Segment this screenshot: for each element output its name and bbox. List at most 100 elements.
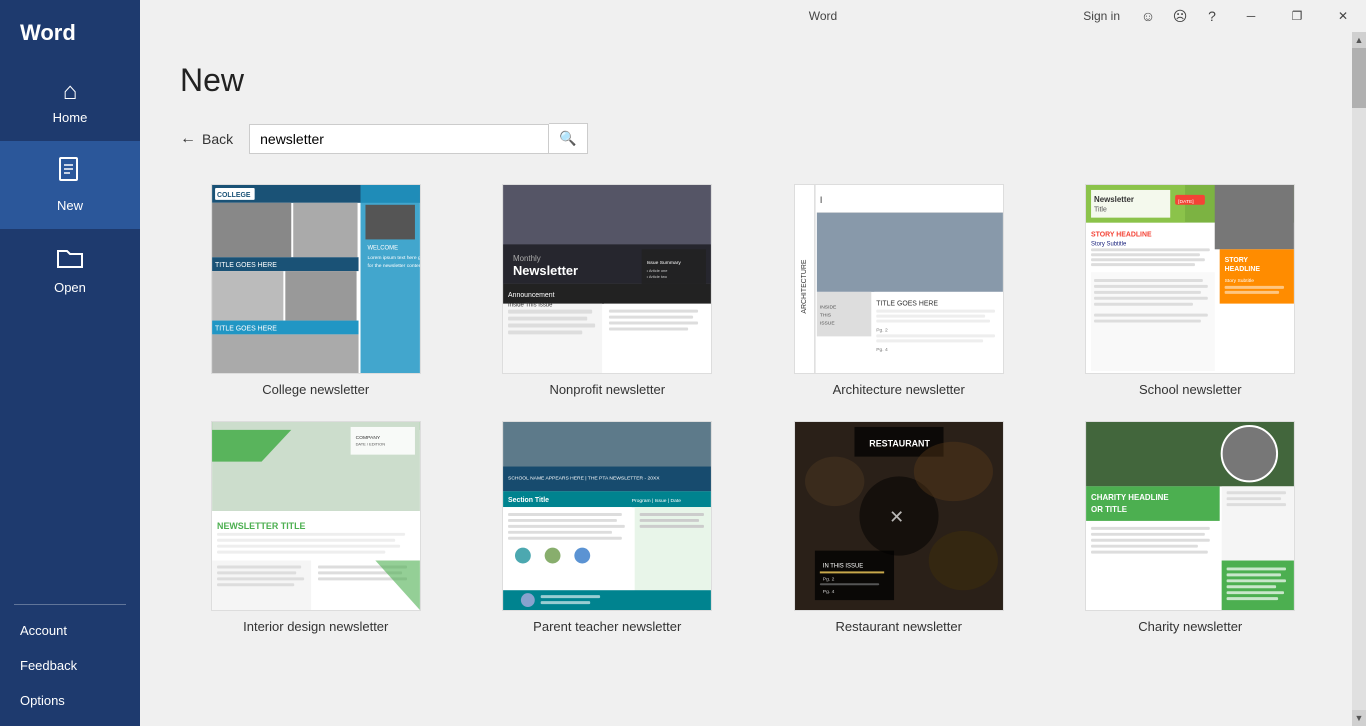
template-item-interior[interactable]: COMPANY DATE / EDITION NEWSLETTER TITLE bbox=[180, 421, 452, 634]
template-item-parent-teacher[interactable]: SCHOOL NAME APPEARS HERE | THE PTA NEWSL… bbox=[472, 421, 744, 634]
svg-text:for the newsletter content: for the newsletter content bbox=[367, 263, 420, 269]
scroll-up-button[interactable]: ▲ bbox=[1352, 32, 1366, 48]
svg-text:COLLEGE: COLLEGE bbox=[217, 192, 251, 199]
svg-text:Monthly: Monthly bbox=[513, 254, 541, 263]
template-item-school[interactable]: Newsletter Title [DATE] STORY HEADLINE S… bbox=[1055, 184, 1327, 397]
svg-text:Issue Summary: Issue Summary bbox=[647, 260, 682, 266]
sidebar-item-home-label: Home bbox=[53, 110, 88, 125]
back-arrow-icon: ← bbox=[180, 130, 196, 148]
scrollbar[interactable]: ▲ ▼ bbox=[1352, 32, 1366, 726]
smiley-icon-btn[interactable]: ☺ bbox=[1132, 0, 1164, 32]
back-button[interactable]: ← Back bbox=[180, 130, 233, 148]
sidebar-nav: ⌂ Home New Open bbox=[0, 64, 140, 596]
sidebar-item-options[interactable]: Options bbox=[0, 683, 140, 718]
signin-button[interactable]: Sign in bbox=[1071, 9, 1132, 23]
template-label-restaurant: Restaurant newsletter bbox=[836, 619, 962, 634]
close-button[interactable]: ✕ bbox=[1320, 0, 1366, 32]
sidebar-item-open-label: Open bbox=[54, 280, 86, 295]
home-icon: ⌂ bbox=[63, 80, 78, 104]
svg-text:STORY: STORY bbox=[1225, 257, 1249, 264]
template-item-charity[interactable]: CHARITY HEADLINE OR TITLE bbox=[1055, 421, 1327, 634]
sidebar-item-new[interactable]: New bbox=[0, 141, 140, 229]
maximize-button[interactable]: ❐ bbox=[1274, 0, 1320, 32]
search-bar: ← Back 🔍 bbox=[180, 123, 1326, 154]
scroll-thumb[interactable] bbox=[1352, 48, 1366, 108]
svg-text:RESTAURANT: RESTAURANT bbox=[869, 439, 930, 449]
svg-text:ARCHITECTURE: ARCHITECTURE bbox=[801, 259, 808, 313]
open-folder-icon bbox=[56, 245, 84, 274]
template-thumb-restaurant[interactable]: RESTAURANT ✕ IN THIS ISSUE Pg. 2 Pg. 4 bbox=[794, 421, 1004, 611]
main-inner: New ← Back 🔍 COLLEGE bbox=[140, 32, 1366, 726]
svg-text:Program | Issue | Date: Program | Issue | Date bbox=[632, 498, 681, 504]
svg-text:Pg. 4: Pg. 4 bbox=[823, 589, 835, 595]
template-thumb-college[interactable]: COLLEGE WELCOME Lorem ipsum text here go… bbox=[211, 184, 421, 374]
template-thumb-interior[interactable]: COMPANY DATE / EDITION NEWSLETTER TITLE bbox=[211, 421, 421, 611]
template-label-architecture: Architecture newsletter bbox=[833, 382, 965, 397]
svg-text:DATE / EDITION: DATE / EDITION bbox=[355, 442, 385, 447]
svg-text:TITLE GOES HERE: TITLE GOES HERE bbox=[215, 325, 277, 332]
template-label-school: School newsletter bbox=[1139, 382, 1242, 397]
svg-text:CHARITY HEADLINE: CHARITY HEADLINE bbox=[1091, 493, 1169, 502]
template-label-interior: Interior design newsletter bbox=[243, 619, 388, 634]
sidebar: Word ⌂ Home New Open bbox=[0, 0, 140, 726]
template-item-college[interactable]: COLLEGE WELCOME Lorem ipsum text here go… bbox=[180, 184, 452, 397]
scroll-track[interactable] bbox=[1352, 48, 1366, 710]
svg-text:• Article one: • Article one bbox=[647, 268, 669, 273]
back-label: Back bbox=[202, 131, 233, 147]
svg-text:ISSUE: ISSUE bbox=[820, 321, 836, 327]
main-content: Word Sign in ☺ ☹ ? ─ ❐ ✕ New ← Back 🔍 bbox=[140, 0, 1366, 726]
sidebar-item-home[interactable]: ⌂ Home bbox=[0, 64, 140, 141]
template-label-parent-teacher: Parent teacher newsletter bbox=[533, 619, 681, 634]
svg-text:NEWSLETTER TITLE: NEWSLETTER TITLE bbox=[217, 521, 305, 531]
sidebar-item-account[interactable]: Account bbox=[0, 613, 140, 648]
titlebar-app-name: Word bbox=[809, 9, 837, 23]
svg-text:Pg. 2: Pg. 2 bbox=[876, 327, 888, 333]
template-label-college: College newsletter bbox=[262, 382, 369, 397]
svg-text:Lorem ipsum text here goes: Lorem ipsum text here goes bbox=[367, 255, 420, 261]
svg-text:Newsletter: Newsletter bbox=[513, 263, 578, 278]
template-thumb-charity[interactable]: CHARITY HEADLINE OR TITLE bbox=[1085, 421, 1295, 611]
search-button[interactable]: 🔍 bbox=[549, 123, 587, 154]
new-doc-icon bbox=[57, 157, 83, 192]
svg-text:Pg. 2: Pg. 2 bbox=[823, 576, 835, 582]
svg-text:Newsletter: Newsletter bbox=[1094, 195, 1134, 204]
titlebar: Word Sign in ☺ ☹ ? ─ ❐ ✕ bbox=[280, 0, 1366, 32]
svg-text:OR TITLE: OR TITLE bbox=[1091, 505, 1127, 514]
template-thumb-school[interactable]: Newsletter Title [DATE] STORY HEADLINE S… bbox=[1085, 184, 1295, 374]
sidebar-app-title: Word bbox=[0, 0, 140, 64]
template-item-restaurant[interactable]: RESTAURANT ✕ IN THIS ISSUE Pg. 2 Pg. 4 bbox=[763, 421, 1035, 634]
search-input[interactable] bbox=[249, 124, 549, 154]
template-item-nonprofit[interactable]: Monthly Newsletter Issue Summary • Artic… bbox=[472, 184, 744, 397]
svg-text:• Article two: • Article two bbox=[647, 274, 668, 279]
minimize-button[interactable]: ─ bbox=[1228, 0, 1274, 32]
svg-text:Story Subtitle: Story Subtitle bbox=[1091, 241, 1127, 247]
svg-text:Inside This Issue: Inside This Issue bbox=[508, 303, 553, 309]
svg-text:HEADLINE: HEADLINE bbox=[1225, 266, 1261, 273]
svg-text:Announcement: Announcement bbox=[508, 292, 555, 299]
svg-text:Title: Title bbox=[1094, 207, 1107, 214]
template-thumb-parent-teacher[interactable]: SCHOOL NAME APPEARS HERE | THE PTA NEWSL… bbox=[502, 421, 712, 611]
svg-text:Story Subtitle: Story Subtitle bbox=[1225, 278, 1255, 284]
template-thumb-nonprofit[interactable]: Monthly Newsletter Issue Summary • Artic… bbox=[502, 184, 712, 374]
sidebar-divider bbox=[14, 604, 126, 605]
sidebar-item-feedback[interactable]: Feedback bbox=[0, 648, 140, 683]
template-label-charity: Charity newsletter bbox=[1138, 619, 1242, 634]
svg-text:✕: ✕ bbox=[889, 507, 904, 527]
help-icon-btn[interactable]: ? bbox=[1196, 0, 1228, 32]
page-title: New bbox=[180, 62, 1326, 99]
template-item-architecture[interactable]: ARCHITECTURE I INSIDE THIS ISSUE bbox=[763, 184, 1035, 397]
template-thumb-architecture[interactable]: ARCHITECTURE I INSIDE THIS ISSUE bbox=[794, 184, 1004, 374]
svg-text:I: I bbox=[820, 195, 822, 205]
svg-text:WELCOME: WELCOME bbox=[367, 245, 398, 251]
svg-text:IN THIS ISSUE: IN THIS ISSUE bbox=[823, 563, 863, 569]
search-icon: 🔍 bbox=[559, 130, 576, 146]
scroll-down-button[interactable]: ▼ bbox=[1352, 710, 1366, 726]
sidebar-item-open[interactable]: Open bbox=[0, 229, 140, 311]
sidebar-bottom: Account Feedback Options bbox=[0, 613, 140, 726]
svg-text:COMPANY: COMPANY bbox=[355, 435, 380, 441]
frown-icon-btn[interactable]: ☹ bbox=[1164, 0, 1196, 32]
template-grid: COLLEGE WELCOME Lorem ipsum text here go… bbox=[180, 184, 1326, 634]
svg-text:INSIDE: INSIDE bbox=[820, 305, 837, 311]
svg-text:[DATE]: [DATE] bbox=[1178, 199, 1194, 205]
svg-text:SCHOOL NAME APPEARS HERE | THE: SCHOOL NAME APPEARS HERE | THE PTA NEWSL… bbox=[508, 475, 660, 481]
